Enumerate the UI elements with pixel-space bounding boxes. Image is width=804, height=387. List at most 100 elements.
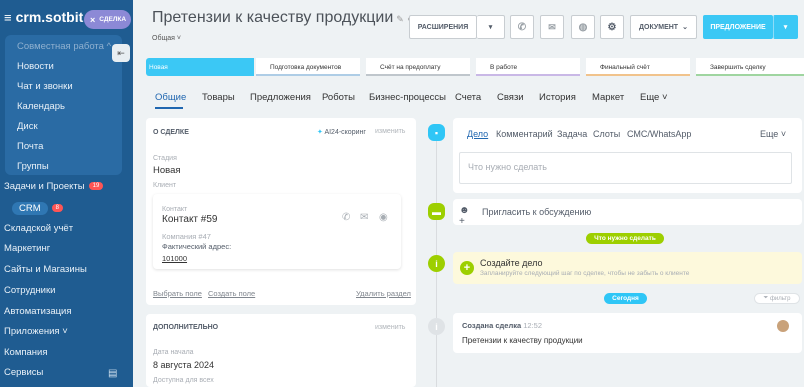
sidebar-item-news[interactable]: Новости [17,61,54,72]
sidebar-item-mail[interactable]: Почта [17,141,43,152]
sidebar-item-company[interactable]: Компания [4,347,47,358]
offer-button[interactable]: ПРЕДЛОЖЕНИЕ [703,15,773,39]
client-label: Клиент [153,182,177,189]
stage-in-work[interactable]: В работе [476,58,586,76]
phone-icon: ✆ [517,21,527,33]
sidebar-item-collab[interactable]: Совместная работа ^ [17,41,111,52]
todo-pill: Что нужно сделать [586,233,664,244]
offer-dropdown-button[interactable]: ▾ [773,15,798,39]
sidebar-item-sites[interactable]: Сайты и Магазины [4,264,87,275]
extra-edit-link[interactable]: изменить [375,324,405,331]
mail-icon: ✉ [548,21,556,32]
stage-complete[interactable]: Завершить сделку [696,58,804,76]
tab-history[interactable]: История [539,92,576,103]
extensions-dropdown-button[interactable]: ▾ [477,15,505,39]
choose-field-link[interactable]: Выбрать поле [153,289,202,298]
sidebar-item-automation[interactable]: Автоматизация [4,306,72,317]
sidebar: ≡ crm.sotbit × СДЕЛКА ⇤ Совместная работа … [0,0,133,387]
history-item: Создана сделка 12:52 Претензии к качеств… [453,313,802,353]
sidebar-item-chat[interactable]: Чат и звонки [17,81,73,92]
extra-section-title: ДОПОЛНИТЕЛЬНО [153,324,219,331]
menu-icon: ≡ [4,10,12,25]
sidebar-item-tasks[interactable]: Задачи и Проекты 19 [4,181,104,192]
close-deal-button[interactable]: × СДЕЛКА [84,10,131,29]
sidebar-item-employees[interactable]: Сотрудники [4,285,55,296]
chevron-down-icon: ⌄ [682,24,688,31]
invite-text: Пригласить к обсуждению [482,207,592,217]
document-button[interactable]: ДОКУМЕНТ ⌄ [630,15,697,39]
filter-button[interactable]: ⏷ фильтр [754,293,800,304]
globe-icon: ◍ [578,21,588,33]
logo[interactable]: ≡ crm.sotbit [4,9,83,25]
email-button[interactable]: ✉ [540,15,564,39]
print-icon[interactable]: ▤ [108,368,117,379]
stage-value: Новая [153,165,181,176]
sidebar-item-disk[interactable]: Диск [17,121,38,132]
call-button[interactable]: ✆ [510,15,534,39]
sidebar-item-crm[interactable]: CRM 8 [12,202,63,215]
tab-market[interactable]: Маркет [592,92,624,103]
sidebar-item-services[interactable]: Сервисы [4,367,43,378]
stage-final-invoice[interactable]: Финальный счёт [586,58,696,76]
delete-section-link[interactable]: Удалить раздел [356,289,411,298]
contact-name[interactable]: Контакт #59 [162,214,217,225]
sidebar-item-warehouse[interactable]: Складской учёт [4,223,73,234]
tasks-count-badge: 19 [88,182,104,191]
invite-panel[interactable]: ☻+ Пригласить к обсуждению [453,199,802,227]
chevron-down-icon: ▾ [488,24,493,31]
activity-tab-task[interactable]: Дело [467,129,488,139]
history-text: Претензии к качеству продукции [462,336,583,345]
activity-icon: ▪ [428,124,445,141]
available-label: Доступна для всех [153,377,214,384]
activity-tab-comment[interactable]: Комментарий [496,129,553,139]
activity-tab-todo[interactable]: Задача [557,129,587,139]
create-field-link[interactable]: Создать поле [208,289,255,298]
today-pill: Сегодня [604,293,647,304]
sidebar-item-calendar[interactable]: Календарь [17,101,65,112]
activity-tab-slots[interactable]: Слоты [593,129,620,139]
print-button[interactable]: ◍ [571,15,595,39]
start-date-label: Дата начала [153,349,194,356]
stage-new[interactable]: Новая [146,58,256,76]
gear-icon: ⚙ [607,21,617,33]
tab-products[interactable]: Товары [202,92,235,103]
deal-edit-link[interactable]: изменить [375,128,405,135]
todo-input[interactable]: Что нужно сделать [459,152,792,184]
create-activity-panel[interactable]: + Создайте дело Запланируйте следующий ш… [453,252,802,284]
sidebar-item-groups[interactable]: Группы [17,161,49,172]
address-value[interactable]: 101000 [162,254,187,263]
active-tab-indicator [155,107,183,109]
tab-invoices[interactable]: Счета [455,92,481,103]
tab-links[interactable]: Связи [497,92,524,103]
category-select[interactable]: Общая ˅ [152,35,181,42]
chevron-down-icon: ▾ [783,24,788,31]
start-date-value: 8 августа 2024 [153,360,215,370]
info-gray-icon: i [428,318,445,335]
history-title: Создана сделка 12:52 [462,321,543,330]
contact-phone-icon[interactable]: ✆ [342,212,350,223]
activity-tab-sms[interactable]: СМС/WhatsApp [627,129,691,139]
plus-icon[interactable]: + [460,261,474,275]
tab-offers[interactable]: Предложения [250,92,311,103]
tab-general[interactable]: Общие [155,92,186,103]
sidebar-item-marketing[interactable]: Маркетинг [4,243,50,254]
company-name[interactable]: Компания #47 [162,232,211,241]
contact-mail-icon[interactable]: ✉ [360,212,368,223]
stage-prepay[interactable]: Счёт на предоплату [366,58,476,76]
extensions-button[interactable]: РАСШИРЕНИЯ [409,15,477,39]
settings-button[interactable]: ⚙ [600,15,624,39]
tab-more[interactable]: Еще ˅ [640,92,668,103]
comment-icon: ▬ [428,203,445,220]
sidebar-item-apps[interactable]: Приложения ˅ [4,326,68,337]
deal-section-title: О СДЕЛКЕ [153,129,189,136]
contact-card: Контакт Контакт #59 ✆ ✉ ◉ Компания #47 Ф… [153,194,401,269]
avatar [777,320,789,332]
ai-scoring-button[interactable]: ✦ AI24-скоринг [317,128,366,136]
tab-robots[interactable]: Роботы [322,92,355,103]
stage-docs[interactable]: Подготовка документов [256,58,366,76]
activity-tab-more[interactable]: Еще ˅ [760,129,786,139]
add-user-icon: ☻+ [459,205,470,227]
tab-business-processes[interactable]: Бизнес-процессы [369,92,446,103]
contact-chat-icon[interactable]: ◉ [379,212,388,223]
collapse-sidebar-button[interactable]: ⇤ [112,44,130,62]
